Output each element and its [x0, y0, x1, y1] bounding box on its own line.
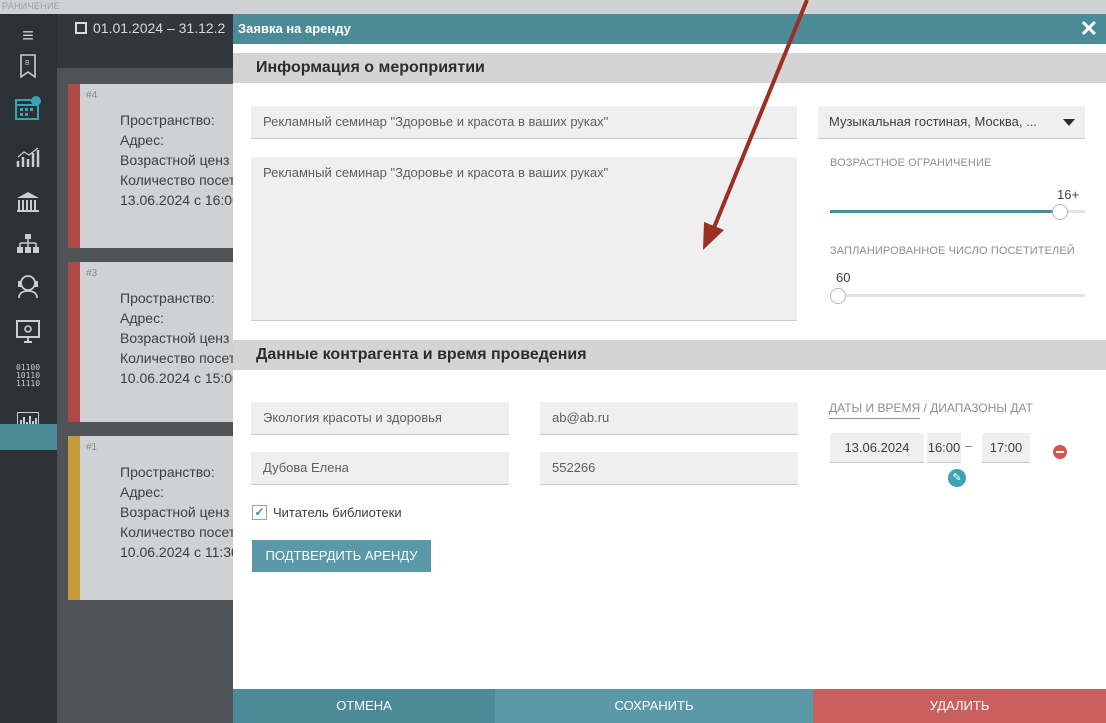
card-line: 10.06.2024 с 15:00 — [120, 370, 240, 386]
card-line: 13.06.2024 с 16:00 — [120, 192, 240, 208]
sidebar-accent — [0, 424, 57, 450]
email-field[interactable]: ab@ab.ru — [540, 402, 798, 435]
card-number: #4 — [86, 90, 98, 101]
time-separator: – — [965, 438, 973, 453]
event-card-3[interactable]: #3 Пространство: Адрес: Возрастной ценз … — [68, 262, 243, 422]
monitor-icon[interactable] — [10, 316, 46, 348]
card-text: Пространство: Адрес: Возрастной ценз м К… — [120, 110, 244, 210]
event-name-field[interactable]: Рекламный семинар "Здоровье и красота в … — [251, 106, 797, 139]
card-line: Пространство: — [120, 112, 215, 128]
card-text: Пространство: Адрес: Возрастной ценз м К… — [120, 288, 244, 388]
card-line: Возрастной ценз м — [120, 152, 243, 168]
visitors-slider-handle[interactable] — [830, 288, 846, 304]
venue-select[interactable]: Музыкальная гостиная, Москва, ... — [818, 106, 1085, 139]
confirm-rental-button[interactable]: ПОДТВЕРДИТЬ АРЕНДУ — [252, 540, 431, 572]
cancel-button[interactable]: ОТМЕНА — [233, 689, 495, 723]
tab-separator: / — [923, 401, 927, 415]
close-icon[interactable]: ✕ — [1080, 16, 1098, 42]
library-reader-label: Читатель библиотеки — [273, 505, 402, 520]
age-limit-slider-fill — [830, 210, 1060, 213]
event-description-field[interactable]: Рекламный семинар "Здоровье и красота в … — [251, 157, 797, 321]
tab-dates-and-time[interactable]: ДАТЫ И ВРЕМЯ — [829, 401, 921, 419]
top-strip: РАНИЧЕНИЕ — [0, 0, 1106, 14]
card-line: Адрес: — [120, 132, 164, 148]
support-icon[interactable] — [10, 270, 46, 302]
section-event-info: Информация о мероприятии — [233, 53, 1106, 83]
card-line: Возрастной ценз м — [120, 504, 243, 520]
visitors-slider-track[interactable] — [830, 294, 1085, 297]
binary-icon[interactable]: 01100 10110 11110 — [10, 360, 46, 392]
menu-icon[interactable]: ≡ — [10, 20, 46, 52]
time-from-field[interactable]: 16:00 — [927, 433, 961, 463]
card-line: Пространство: — [120, 290, 215, 306]
card-number: #1 — [86, 442, 98, 453]
date-tabs: ДАТЫ И ВРЕМЯ / ДИАПАЗОНЫ ДАТ — [829, 401, 1033, 419]
visitors-label: ЗАПЛАНИРОВАННОЕ ЧИСЛО ПОСЕТИТЕЛЕЙ — [830, 245, 1075, 257]
delete-button[interactable]: УДАЛИТЬ — [813, 689, 1106, 723]
phone-field[interactable]: 552266 — [540, 452, 798, 485]
remove-date-icon[interactable] — [1053, 445, 1067, 459]
save-button[interactable]: СОХРАНИТЬ — [495, 689, 813, 723]
hierarchy-icon[interactable] — [10, 228, 46, 260]
bookmark-icon[interactable]: B — [10, 50, 46, 82]
building-icon[interactable] — [10, 186, 46, 218]
date-range[interactable]: 01.01.2024 – 31.12.2 — [75, 20, 225, 36]
card-line: 10.06.2024 с 11:30 — [120, 544, 239, 560]
edit-icon[interactable]: ✎ — [948, 469, 966, 487]
card-line: Адрес: — [120, 484, 164, 500]
event-card-1[interactable]: #1 Пространство: Адрес: Возрастной ценз … — [68, 436, 243, 600]
tab-date-ranges[interactable]: ДИАПАЗОНЫ ДАТ — [930, 401, 1033, 415]
age-limit-value: 16+ — [1057, 187, 1080, 202]
card-line: Количество посети — [120, 350, 243, 366]
contact-person-field[interactable]: Дубова Елена — [251, 452, 509, 485]
svg-text:B: B — [25, 60, 30, 67]
section-contractor-info: Данные контрагента и время проведения — [233, 340, 1106, 370]
card-line: Пространство: — [120, 464, 215, 480]
calendar-small-icon — [75, 22, 87, 34]
caret-down-icon — [1063, 119, 1075, 126]
card-line: Количество посети — [120, 524, 243, 540]
rental-request-dialog: Заявка на аренду ✕ Информация о мероприя… — [233, 14, 1106, 723]
card-text: Пространство: Адрес: Возрастной ценз м К… — [120, 462, 244, 562]
card-line: Адрес: — [120, 310, 164, 326]
sidebar: ≡ B 01100 10110 11110 — [0, 14, 57, 723]
age-limit-label: ВОЗРАСТНОЕ ОГРАНИЧЕНИЕ — [830, 157, 992, 169]
dialog-title: Заявка на аренду — [233, 14, 1106, 44]
visitors-value: 60 — [836, 270, 851, 285]
card-line: Количество посети — [120, 172, 243, 188]
time-to-field[interactable]: 17:00 — [982, 433, 1030, 463]
date-range-text: 01.01.2024 – 31.12.2 — [93, 20, 226, 36]
card-line: Возрастной ценз м — [120, 330, 243, 346]
age-limit-slider-handle[interactable] — [1052, 204, 1068, 220]
organization-field[interactable]: Экология красоты и здоровья — [251, 402, 509, 435]
card-number: #3 — [86, 268, 98, 279]
event-card-4[interactable]: #4 Пространство: Адрес: Возрастной ценз … — [68, 84, 243, 248]
date-field[interactable]: 13.06.2024 — [830, 433, 924, 463]
library-reader-checkbox[interactable]: ✓ — [252, 505, 267, 520]
calendar-icon[interactable] — [10, 92, 46, 124]
top-strip-text: РАНИЧЕНИЕ — [2, 1, 61, 11]
chart-icon[interactable] — [10, 142, 46, 174]
venue-select-value: Музыкальная гостиная, Москва, ... — [829, 114, 1037, 129]
